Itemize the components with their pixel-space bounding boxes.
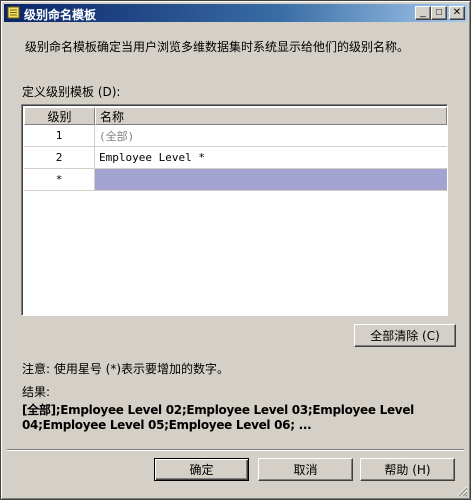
note-text: 注意: 使用星号 (*)表示要增加的数字。 [22, 362, 230, 376]
ok-button[interactable]: 确定 [154, 458, 249, 481]
dialog-window: 级别命名模板 _ □ ✕ 级别命名模板确定当用户浏览多维数据集时系统显示给他们的… [0, 0, 471, 500]
level-cell: 1 [24, 125, 95, 147]
close-icon: ✕ [452, 7, 462, 18]
column-header-name[interactable]: 名称 [95, 107, 447, 125]
name-cell-input[interactable] [95, 169, 447, 191]
column-header-level[interactable]: 级别 [24, 107, 95, 125]
cancel-button[interactable]: 取消 [258, 458, 353, 481]
description-text: 级别命名模板确定当用户浏览多维数据集时系统显示给他们的级别名称。 [25, 40, 410, 54]
table-row[interactable]: 1 (全部) [24, 125, 447, 147]
grid-header: 级别 名称 [24, 107, 447, 125]
dialog-icon [7, 6, 20, 19]
level-template-grid[interactable]: 级别 名称 1 (全部) 2 Employee Level * * [21, 104, 448, 316]
minimize-button[interactable]: _ [415, 6, 431, 20]
title-bar[interactable]: 级别命名模板 _ □ ✕ [4, 4, 467, 22]
window-title: 级别命名模板 [24, 8, 97, 22]
maximize-icon: □ [435, 7, 443, 18]
close-button[interactable]: ✕ [449, 6, 465, 20]
table-row-new[interactable]: * [24, 169, 447, 191]
table-row[interactable]: 2 Employee Level * [24, 147, 447, 169]
level-cell: * [24, 169, 95, 191]
clear-all-button[interactable]: 全部清除 (C) [354, 324, 456, 347]
help-button[interactable]: 帮助 (H) [360, 458, 455, 481]
grid-label: 定义级别模板 (D): [22, 85, 121, 99]
resize-grip-icon[interactable] [456, 485, 468, 497]
name-cell[interactable]: (全部) [95, 125, 447, 147]
separator [7, 449, 464, 451]
maximize-button[interactable]: □ [431, 6, 447, 20]
result-label: 结果: [22, 385, 51, 399]
result-text: [全部];Employee Level 02;Employee Level 03… [22, 403, 414, 432]
name-cell[interactable]: Employee Level * [95, 147, 447, 169]
minimize-icon: _ [420, 7, 426, 18]
level-cell: 2 [24, 147, 95, 169]
